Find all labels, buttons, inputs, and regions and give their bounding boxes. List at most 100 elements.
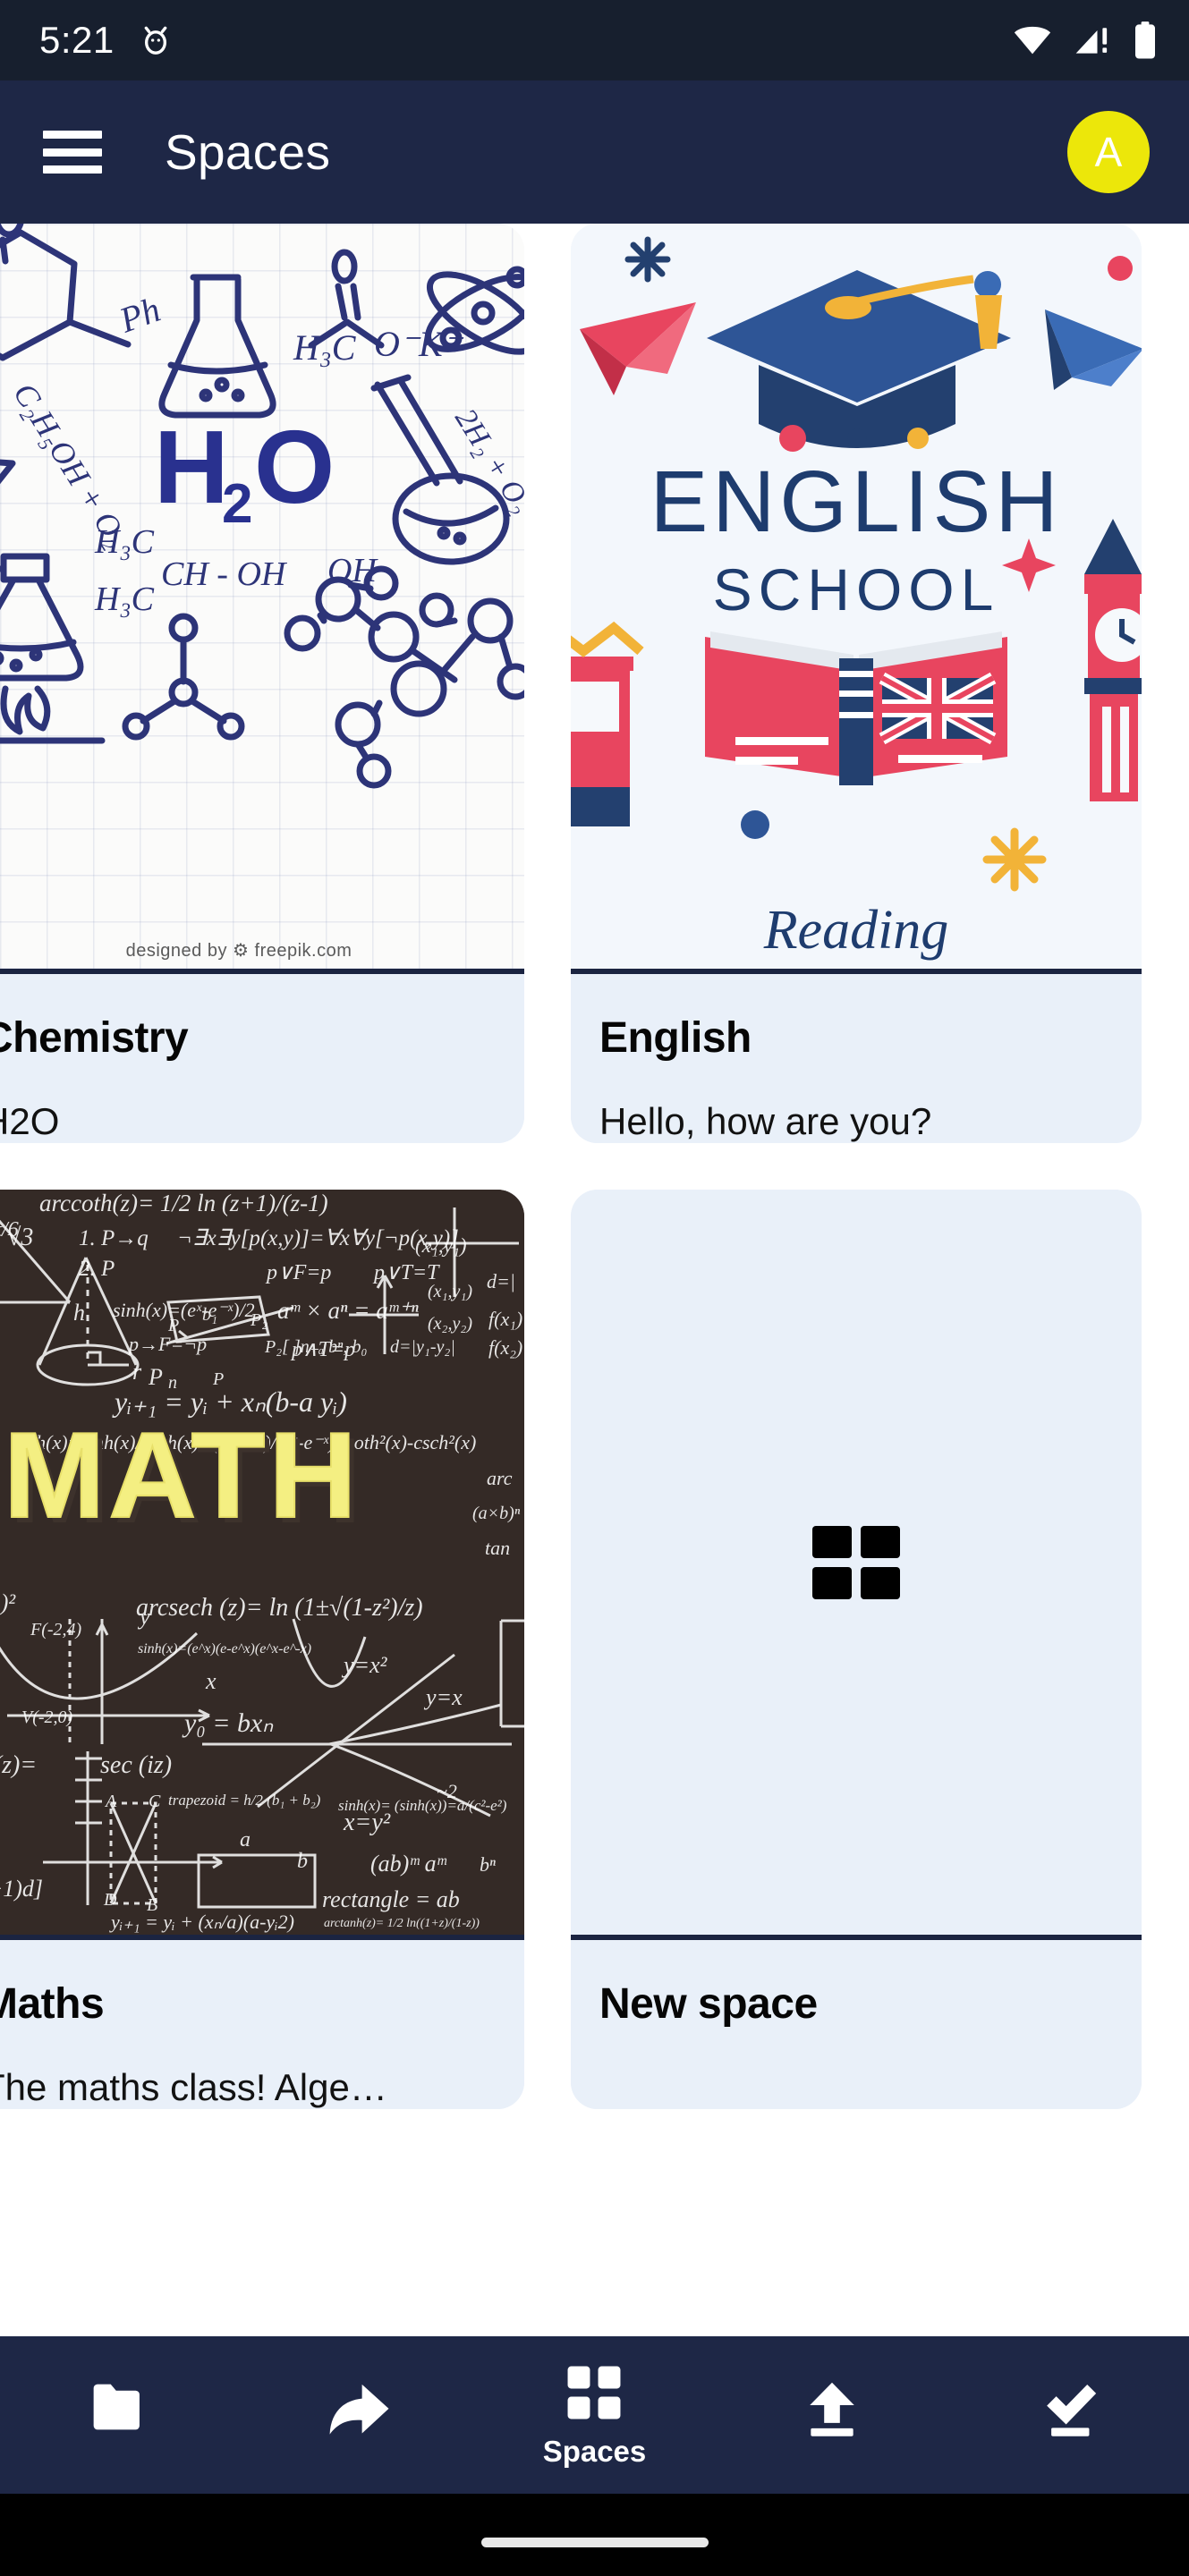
svg-text:(x₁,y₁): (x₁,y₁) [428,1282,472,1301]
hamburger-line [43,165,102,174]
svg-text:p∨F=p: p∨F=p [265,1261,331,1284]
new-space-placeholder [571,1190,1142,1935]
nav-item-share[interactable] [238,2336,476,2494]
space-cover-english: ENGLISH SCHOOL Reading [571,224,1142,969]
grid-cell [861,1525,900,1558]
artwork-credit: designed by ⚙ freepik.com [125,941,352,961]
alarm-icon [138,22,174,58]
space-card-maths[interactable]: arccoth(z)= 1/2 ln (z+1)/(z-1) ¬∃x∃y[p(x… [0,1190,524,2109]
svg-text:H₃C: H₃C [94,580,155,618]
check-done-icon [1039,2380,1101,2444]
cellular-no-sim-icon [1073,22,1112,58]
svg-text:+ (n+1)d]: + (n+1)d] [0,1876,43,1902]
svg-text:sec (iz): sec (iz) [100,1751,172,1779]
chemistry-doodle-svg: Ph C₂H₅OH + O₂ H₃C O⁻K⁺ 2H₂ + O₂ H₃C H₃C… [0,224,524,789]
svg-text:yᵢ₊₁ = yᵢ + (xₙ/a)(a-yᵢ2): yᵢ₊₁ = yᵢ + (xₙ/a)(a-yᵢ2) [109,1911,294,1933]
hamburger-line [43,131,102,139]
wifi-icon [1012,22,1053,58]
upload-icon [804,2380,860,2444]
svg-text:Ph: Ph [114,289,166,341]
space-card-english[interactable]: ENGLISH SCHOOL Reading English Hello, ho… [571,224,1142,1143]
svg-text:sech (z)=: sech (z)= [0,1751,37,1779]
svg-text:arc: arc [487,1467,513,1489]
svg-text:d=|: d=| [487,1270,515,1292]
svg-text:n: n [168,1373,177,1393]
svg-text:trapezoid = h/2 (b₁ + b₂): trapezoid = h/2 (b₁ + b₂) [168,1792,321,1809]
space-title: English [599,1014,752,1062]
svg-text:CH - OH: CH - OH [161,555,288,593]
svg-text:2: 2 [222,473,252,535]
hamburger-menu-icon[interactable] [43,131,102,174]
svg-text:MATH: MATH [4,1407,361,1543]
space-subtitle: Hello, how are you? [599,1100,932,1142]
math-chalkboard-artwork: arccoth(z)= 1/2 ln (z+1)/(z-1) ¬∃x∃y[p(x… [0,1190,524,1935]
svg-text:d=|y₁-y₂|: d=|y₁-y₂| [390,1337,455,1357]
nav-item-upload[interactable] [713,2336,951,2494]
svg-text:y=x: y=x [423,1684,463,1710]
svg-text:1. P→q: 1. P→q [79,1226,149,1250]
nav-item-done[interactable] [951,2336,1189,2494]
svg-text:V(-2,0): V(-2,0) [21,1707,73,1727]
svg-text:O: O [254,409,335,525]
status-bar-left: 5:21 [39,19,174,62]
space-title: New space [599,1980,818,2028]
grid-icon [564,2362,624,2428]
space-card-body: Maths The maths class! Alge… [0,1940,524,2109]
svg-text:OH: OH [327,552,378,589]
svg-text:(x₁,y₁): (x₁,y₁) [415,1234,466,1257]
english-school-svg: ENGLISH SCHOOL Reading [571,224,1142,969]
space-cover-maths: arccoth(z)= 1/2 ln (z+1)/(z-1) ¬∃x∃y[p(x… [0,1190,524,1935]
grid-cell [861,1566,900,1599]
battery-icon [1132,21,1159,60]
svg-text:A: A [104,1792,117,1811]
space-card-body: English Hello, how are you? [571,974,1142,1143]
svg-text:b₁: b₁ [202,1305,217,1325]
space-card-body: New space [571,1940,1142,2109]
svg-text:O⁻K⁺: O⁻K⁺ [374,324,464,364]
space-subtitle: H2O [0,1100,60,1142]
space-cover-chemistry: Ph C₂H₅OH + O₂ H₃C O⁻K⁺ 2H₂ + O₂ H₃C H₃C… [0,224,524,969]
grid-cell [812,1525,852,1558]
svg-text:bⁿ: bⁿ [480,1853,496,1876]
svg-text:sinh(x)=(e^x)(e-e^x)(e^x-e^-x): sinh(x)=(e^x)(e-e^x)(e^x-e^-x) [138,1641,311,1657]
svg-text:ENGLISH: ENGLISH [650,453,1063,550]
svg-text:rectangle = ab: rectangle = ab [322,1886,460,1912]
svg-text:F(-2,4): F(-2,4) [30,1620,82,1640]
svg-text:P: P [212,1369,224,1389]
avatar[interactable]: A [1067,111,1150,193]
spaces-content: Ph C₂H₅OH + O₂ H₃C O⁻K⁺ 2H₂ + O₂ H₃C H₃C… [0,224,1189,2336]
system-gesture-bar [0,2494,1189,2576]
folder-icon [89,2383,149,2441]
nav-item-spaces[interactable]: Spaces [476,2336,714,2494]
status-bar: 5:21 [0,0,1189,80]
svg-text:H: H [154,409,229,525]
nav-label-spaces: Spaces [542,2434,647,2468]
chemistry-doodle-artwork: Ph C₂H₅OH + O₂ H₃C O⁻K⁺ 2H₂ + O₂ H₃C H₃C… [0,224,524,969]
svg-text:2H₂ + O₂: 2H₂ + O₂ [448,403,524,520]
space-card-new-space[interactable]: New space [571,1190,1142,2109]
svg-text:h: h [73,1300,85,1326]
space-card-chemistry[interactable]: Ph C₂H₅OH + O₂ H₃C O⁻K⁺ 2H₂ + O₂ H₃C H₃C… [0,224,524,1143]
svg-text:H₃C: H₃C [94,523,155,561]
math-chalkboard-svg: arccoth(z)= 1/2 ln (z+1)/(z-1) ¬∃x∃y[p(x… [0,1190,524,1935]
gesture-pill[interactable] [480,2538,709,2547]
nav-item-files[interactable] [0,2336,238,2494]
app-root: 5:21 Spaces A Ph C₂H₅OH + O₂ H₃C O⁻K⁺ 2H… [0,0,1189,2576]
status-bar-right [1012,21,1159,60]
svg-text:y₀ = bxₙ: y₀ = bxₙ [182,1708,274,1738]
svg-text:f(x₂): f(x₂) [488,1336,522,1359]
hamburger-line [43,148,102,157]
app-bar: Spaces A [0,80,1189,224]
space-subtitle: The maths class! Alge… [0,2066,387,2108]
share-icon [324,2382,390,2442]
svg-text:(ab)ᵐ aᵐ: (ab)ᵐ aᵐ [370,1851,447,1877]
svg-text:f(x₁): f(x₁) [488,1308,522,1330]
space-card-body: Chemistry H2O [0,974,524,1143]
svg-text:arcsech (z)= ln (1±√(1-z²)/z): arcsech (z)= ln (1±√(1-z²)/z) [136,1594,423,1622]
svg-text:H₃C: H₃C [293,327,357,368]
svg-text:(x₂,y₂): (x₂,y₂) [428,1314,472,1334]
svg-text:x=y²: x=y² [343,1809,391,1836]
svg-text:x: x [205,1668,217,1694]
space-title: Maths [0,1980,105,2028]
space-title: Chemistry [0,1014,189,1062]
